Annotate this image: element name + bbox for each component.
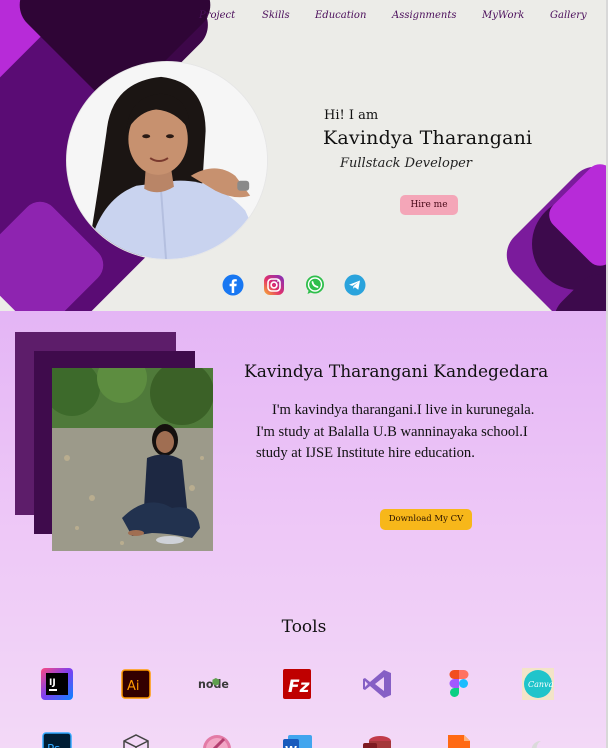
file-icon xyxy=(442,729,476,748)
access-icon xyxy=(360,729,394,748)
nav-assignments[interactable]: Assignments xyxy=(392,10,457,21)
hire-me-button[interactable]: Hire me xyxy=(400,195,458,215)
full-name: Kavindya Tharangani Kandegedara xyxy=(244,362,549,382)
svg-text:IJ: IJ xyxy=(49,678,56,688)
about-photo-image xyxy=(52,368,213,551)
svg-text:Ai: Ai xyxy=(127,679,140,694)
svg-text:Fz: Fz xyxy=(288,677,310,697)
instagram-icon[interactable] xyxy=(263,274,285,296)
profile-photo-image xyxy=(67,62,267,259)
photoshop-icon: Ps xyxy=(40,729,74,748)
svg-text:Canva: Canva xyxy=(528,680,554,689)
whatsapp-icon[interactable] xyxy=(304,274,326,296)
nav-project[interactable]: Project xyxy=(199,10,235,21)
filezilla-icon: Fz xyxy=(280,667,314,701)
download-cv-button[interactable]: Download My CV xyxy=(380,509,472,530)
nodejs-icon: node xyxy=(198,667,232,701)
top-nav: Project Skills Education Assignments MyW… xyxy=(0,10,608,26)
box-icon xyxy=(119,729,153,748)
telegram-icon[interactable] xyxy=(344,274,366,296)
bio-text: I'm kavindya tharangani.I live in kurune… xyxy=(256,402,535,461)
about-photo xyxy=(52,368,213,551)
facebook-icon[interactable] xyxy=(222,274,244,296)
greeting-text: Hi! I am xyxy=(324,108,379,123)
about-section: Kavindya Tharangani Kandegedara I'm kavi… xyxy=(0,311,608,748)
nav-education[interactable]: Education xyxy=(315,10,366,21)
svg-text:Ps: Ps xyxy=(47,742,60,748)
visual-studio-icon xyxy=(360,667,394,701)
tools-title: Tools xyxy=(281,617,327,637)
nav-mywork[interactable]: MyWork xyxy=(482,10,524,21)
gimp-icon xyxy=(200,729,234,748)
svg-text:W: W xyxy=(285,744,297,748)
nav-gallery[interactable]: Gallery xyxy=(550,10,587,21)
canva-icon: Canva xyxy=(521,667,555,701)
hero-role: Fullstack Developer xyxy=(340,156,473,171)
nav-skills[interactable]: Skills xyxy=(262,10,290,21)
illustrator-icon: Ai xyxy=(119,667,153,701)
figma-icon xyxy=(442,667,476,701)
hero-name: Kavindya Tharangani xyxy=(323,127,533,149)
moon-icon xyxy=(521,729,555,748)
intellij-icon: IJ xyxy=(40,667,74,701)
word-icon: W xyxy=(280,729,314,748)
hero-section xyxy=(0,0,608,311)
profile-photo xyxy=(66,61,268,260)
